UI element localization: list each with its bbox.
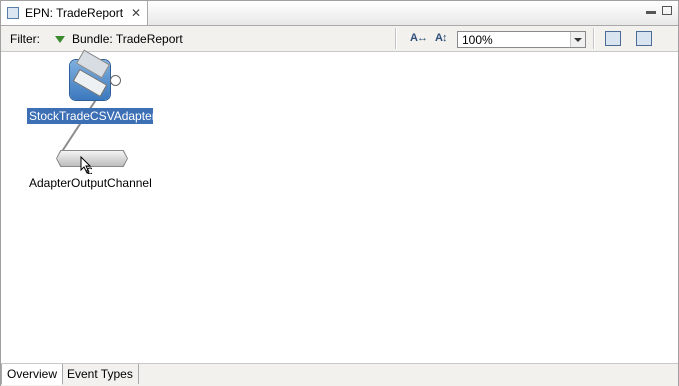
bundle-filter[interactable]: Bundle: TradeReport — [55, 32, 183, 46]
editor-tab-title: EPN: TradeReport — [25, 6, 124, 20]
triangle-down-icon — [55, 35, 65, 43]
mouse-cursor-icon — [80, 156, 92, 174]
tab-overview[interactable]: Overview — [1, 364, 64, 385]
adapter-node-label[interactable]: StockTradeCSVAdapter — [27, 108, 156, 124]
zoom-select[interactable]: 100% — [457, 31, 586, 48]
maximize-icon[interactable] — [662, 6, 672, 15]
epn-canvas[interactable]: StockTradeCSVAdapter AdapterOutputChanne… — [1, 49, 678, 363]
export-image-icon[interactable] — [605, 31, 621, 46]
bundle-filter-label: Bundle: TradeReport — [72, 32, 183, 46]
print-icon[interactable] — [636, 31, 652, 46]
layout-horizontal-icon[interactable]: A↔ — [410, 32, 428, 44]
toolbar-separator — [395, 28, 397, 49]
toolbar-separator — [593, 28, 595, 49]
zoom-value: 100% — [462, 33, 493, 47]
bottom-tab-bar: Overview Event Types — [1, 363, 678, 386]
toolbar: Filter: Bundle: TradeReport A↔ A↕ 100% — [1, 26, 678, 52]
adapter-node-icon[interactable] — [70, 49, 110, 100]
editor-tab-row: EPN: TradeReport ✕ — [1, 1, 678, 26]
channel-node-label[interactable]: AdapterOutputChannel — [29, 176, 152, 190]
filter-label: Filter: — [10, 32, 40, 46]
editor-frame: EPN: TradeReport ✕ Filter: Bundle: Trade… — [0, 0, 679, 386]
chevron-down-icon[interactable] — [570, 32, 585, 47]
tab-event-types[interactable]: Event Types — [62, 364, 139, 384]
editor-tab[interactable]: EPN: TradeReport ✕ — [1, 1, 148, 25]
close-icon[interactable]: ✕ — [131, 7, 141, 19]
epn-file-icon — [7, 7, 19, 19]
minimize-icon[interactable] — [646, 11, 656, 14]
channel-node[interactable] — [57, 151, 127, 166]
layout-vertical-icon[interactable]: A↕ — [435, 32, 447, 44]
output-port[interactable] — [110, 75, 121, 86]
